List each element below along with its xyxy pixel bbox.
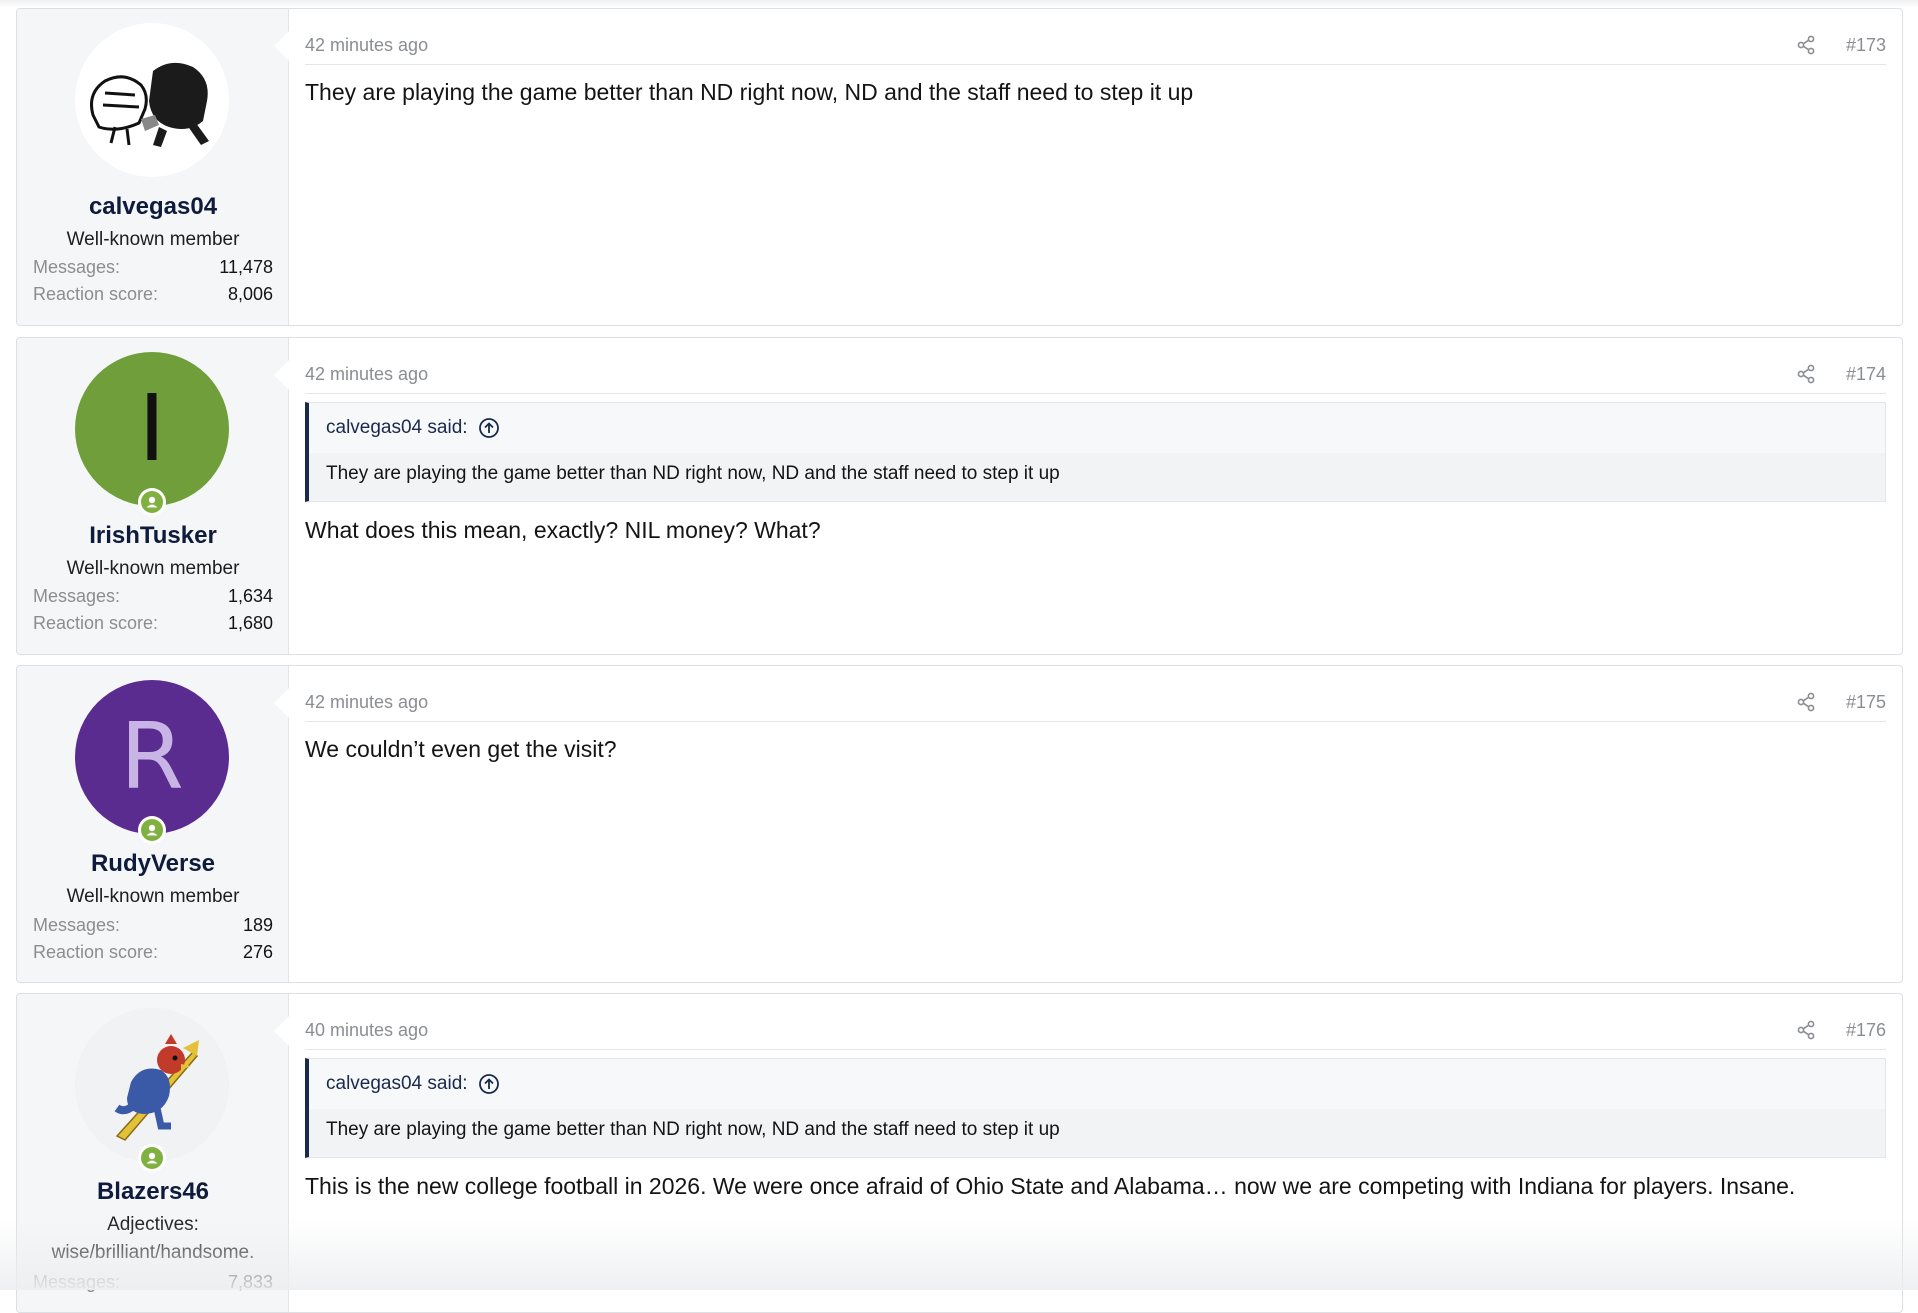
post-content: 40 minutes ago #176 calvegas04 said: The…: [289, 994, 1902, 1312]
thread-posts: calvegas04 Well-known member Messages: 1…: [0, 0, 1918, 1313]
post-header: 42 minutes ago #175: [305, 684, 1886, 722]
post-174: I IrishTusker Well-known member Messages…: [16, 337, 1903, 655]
post-time[interactable]: 42 minutes ago: [305, 692, 428, 713]
post-time[interactable]: 42 minutes ago: [305, 35, 428, 56]
username[interactable]: calvegas04: [17, 193, 289, 221]
stat-reaction: Reaction score: 276: [33, 942, 273, 963]
online-user-icon: [141, 819, 163, 841]
stat-value: 189: [242, 915, 273, 935]
stat-value: 1,680: [227, 613, 273, 633]
stat-label: Messages:: [33, 257, 121, 277]
user-title: Adjectives: wise/brilliant/handsome.: [51, 1214, 255, 1263]
post-173: calvegas04 Well-known member Messages: 1…: [16, 8, 1903, 326]
stat-messages: Messages: 189: [33, 915, 273, 936]
user-title: Well-known member: [66, 886, 240, 907]
quote-author[interactable]: calvegas04 said:: [326, 417, 468, 439]
top-edge: [0, 0, 1918, 8]
quote-author[interactable]: calvegas04 said:: [326, 1073, 468, 1095]
avatar[interactable]: I: [75, 352, 229, 506]
stat-messages: Messages: 11,478: [33, 257, 273, 278]
stat-label: Reaction score:: [33, 613, 159, 633]
post-header: 40 minutes ago #176: [305, 1012, 1886, 1050]
online-status-icon: [138, 1144, 166, 1172]
online-user-icon: [141, 1147, 163, 1169]
stat-label: Messages:: [33, 915, 121, 935]
avatar[interactable]: [75, 1008, 229, 1162]
post-user-panel: R RudyVerse Well-known member Messages: …: [17, 666, 289, 982]
arrow-up-circle-icon[interactable]: [478, 417, 500, 439]
helmet-mascot-icon: [75, 23, 229, 177]
post-number[interactable]: #175: [1846, 692, 1886, 713]
post-body: They are playing the game better than ND…: [305, 79, 1194, 105]
quote-header[interactable]: calvegas04 said:: [326, 1073, 500, 1095]
post-number[interactable]: #174: [1846, 364, 1886, 385]
quote-text: They are playing the game better than ND…: [309, 453, 1885, 501]
username[interactable]: RudyVerse: [17, 850, 289, 878]
post-number[interactable]: #176: [1846, 1020, 1886, 1041]
post-content: 42 minutes ago #174 calvegas04 said: The…: [289, 338, 1902, 654]
avatar[interactable]: [75, 23, 229, 177]
post-content: 42 minutes ago #175 We couldn’t even get…: [289, 666, 1902, 982]
stat-messages: Messages: 1,634: [33, 586, 273, 607]
post-176: Blazers46 Adjectives: wise/brilliant/han…: [16, 993, 1903, 1313]
post-175: R RudyVerse Well-known member Messages: …: [16, 665, 1903, 983]
share-icon[interactable]: [1796, 1020, 1816, 1040]
stat-value: 1,634: [227, 586, 273, 606]
avatar-letter: I: [138, 375, 166, 482]
post-user-panel: I IrishTusker Well-known member Messages…: [17, 338, 289, 654]
avatar[interactable]: R: [75, 680, 229, 834]
quote-block: calvegas04 said: They are playing the ga…: [305, 1058, 1886, 1158]
share-icon[interactable]: [1796, 364, 1816, 384]
share-icon[interactable]: [1796, 35, 1816, 55]
quote-text: They are playing the game better than ND…: [309, 1109, 1885, 1157]
post-user-panel: Blazers46 Adjectives: wise/brilliant/han…: [17, 994, 289, 1312]
online-status-icon: [138, 816, 166, 844]
share-icon[interactable]: [1796, 692, 1816, 712]
post-header: 42 minutes ago #173: [305, 27, 1886, 65]
post-time[interactable]: 40 minutes ago: [305, 1020, 428, 1041]
stat-reaction: Reaction score: 8,006: [33, 284, 273, 305]
online-user-icon: [141, 491, 163, 513]
post-header: 42 minutes ago #174: [305, 356, 1886, 394]
post-number[interactable]: #173: [1846, 35, 1886, 56]
stat-label: Messages:: [33, 586, 121, 606]
stat-value: 276: [242, 942, 273, 962]
avatar-letter: R: [120, 703, 184, 810]
post-body: This is the new college football in 2026…: [305, 1173, 1796, 1199]
post-time[interactable]: 42 minutes ago: [305, 364, 428, 385]
quote-header[interactable]: calvegas04 said:: [326, 417, 500, 439]
quote-block: calvegas04 said: They are playing the ga…: [305, 402, 1886, 502]
stat-value: 8,006: [227, 284, 273, 304]
username[interactable]: IrishTusker: [17, 522, 289, 550]
post-content: 42 minutes ago #173 They are playing the…: [289, 9, 1902, 325]
stat-value: 11,478: [219, 257, 273, 277]
rider-mascot-icon: [75, 1008, 229, 1162]
username[interactable]: Blazers46: [17, 1178, 289, 1206]
stat-label: Reaction score:: [33, 942, 159, 962]
online-status-icon: [138, 488, 166, 516]
post-user-panel: calvegas04 Well-known member Messages: 1…: [17, 9, 289, 325]
arrow-up-circle-icon[interactable]: [478, 1073, 500, 1095]
post-body: What does this mean, exactly? NIL money?…: [305, 517, 821, 543]
stat-reaction: Reaction score: 1,680: [33, 613, 273, 634]
user-title: Well-known member: [66, 558, 240, 579]
user-title: Well-known member: [66, 229, 240, 250]
post-body: We couldn’t even get the visit?: [305, 736, 617, 762]
stat-label: Reaction score:: [33, 284, 159, 304]
